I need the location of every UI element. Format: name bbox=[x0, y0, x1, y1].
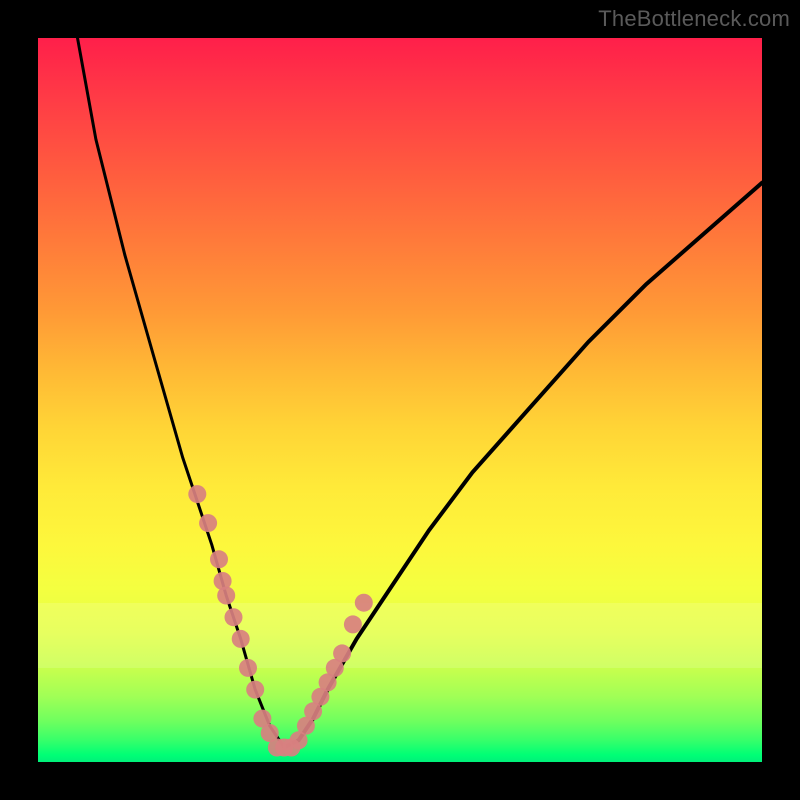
chart-frame: TheBottleneck.com bbox=[0, 0, 800, 800]
watermark-text: TheBottleneck.com bbox=[598, 6, 790, 32]
plot-area bbox=[38, 38, 762, 762]
sample-markers bbox=[188, 485, 372, 756]
curve-layer bbox=[38, 38, 762, 762]
bottleneck-curve bbox=[38, 38, 762, 748]
